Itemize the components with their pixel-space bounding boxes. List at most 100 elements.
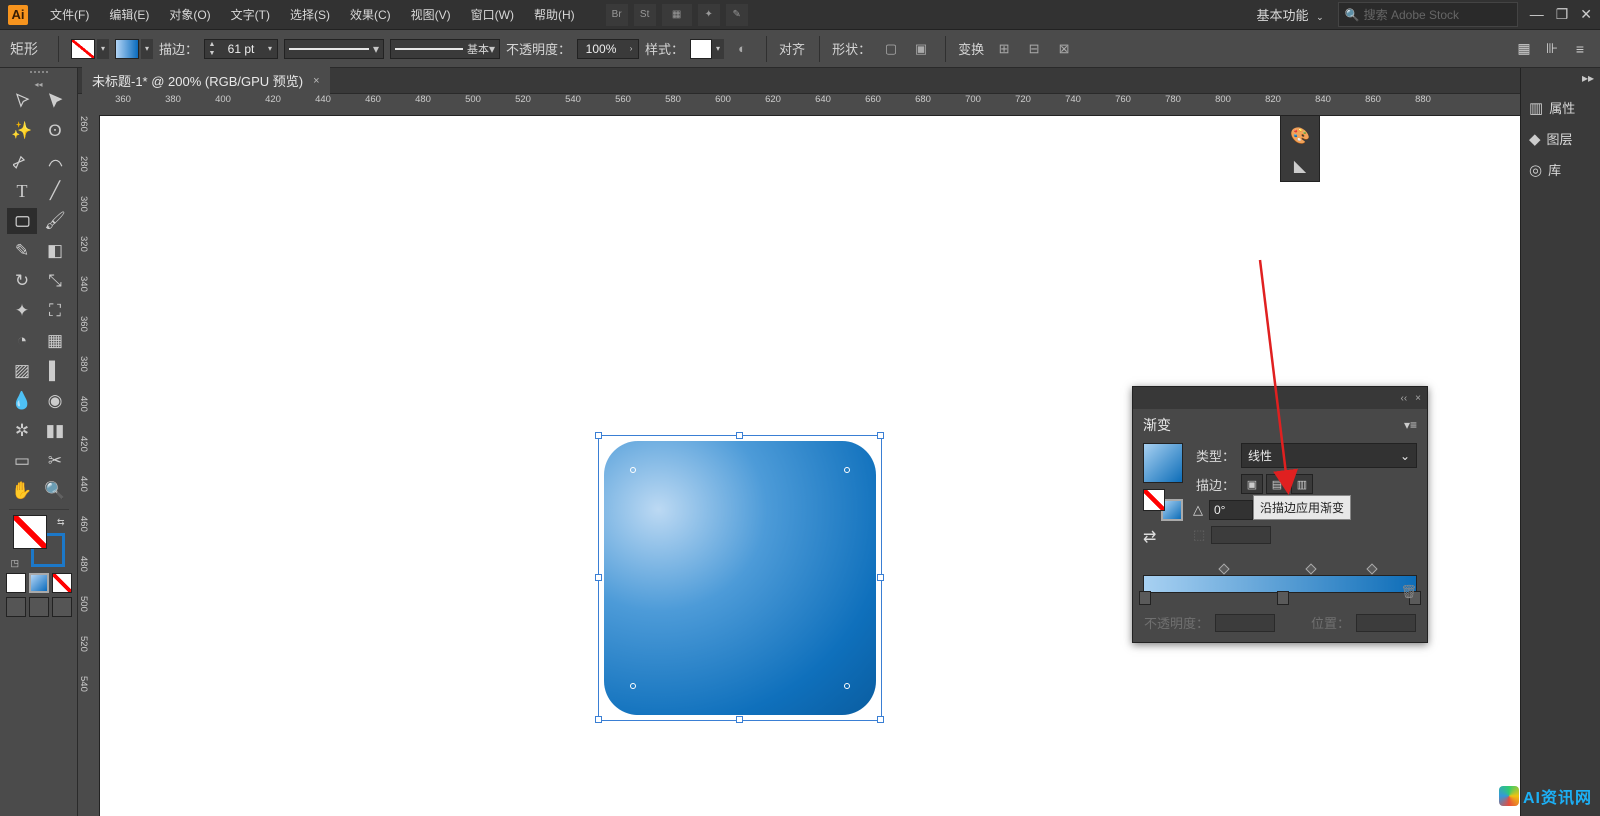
none-mode[interactable] — [52, 573, 72, 593]
gradient-fill-stroke-proxy[interactable] — [1143, 489, 1183, 521]
transform-label[interactable]: 变换 — [958, 39, 984, 58]
menu-object[interactable]: 对象(O) — [159, 2, 220, 27]
sel-handle[interactable] — [595, 716, 602, 723]
draw-behind[interactable] — [29, 597, 49, 617]
maximize-button[interactable]: ❐ — [1556, 6, 1569, 23]
document-tab[interactable]: 未标题-1* @ 200% (RGB/GPU 预览) × — [82, 67, 330, 94]
midpoint-diamond[interactable] — [1306, 563, 1317, 574]
fill-stroke-proxy[interactable]: ⇆ ◳ — [11, 515, 67, 569]
color-panel-icon[interactable]: 🎨 — [1281, 121, 1319, 151]
menu-type[interactable]: 文字(T) — [221, 2, 280, 27]
gradient-panel[interactable]: ‹‹ × 渐变▾≡ ⇄ 类型： 线性⌄ 描边： ▣ ▤ ▥ — [1132, 386, 1428, 643]
slice-tool[interactable]: ✂ — [40, 448, 70, 474]
swap-fill-stroke-icon[interactable]: ⇆ — [57, 517, 65, 528]
ruler-corner[interactable] — [78, 94, 100, 116]
scale-tool[interactable]: ⤡ — [40, 268, 70, 294]
reverse-gradient-icon[interactable]: ⇄ — [1143, 527, 1183, 547]
pen-tool[interactable] — [7, 148, 37, 174]
fill-proxy[interactable] — [13, 515, 47, 549]
close-tab-icon[interactable]: × — [313, 75, 319, 87]
transform-icon2[interactable]: ⊟ — [1022, 37, 1046, 61]
opacity-input[interactable]: › — [577, 39, 639, 59]
fill-proxy-small[interactable] — [1143, 489, 1165, 511]
sel-handle[interactable] — [595, 574, 602, 581]
edit-icon[interactable]: ⊪ — [1542, 39, 1562, 59]
graph-tool[interactable]: ▮▮ — [40, 418, 70, 444]
align-label[interactable]: 对齐 — [779, 39, 805, 58]
menu-select[interactable]: 选择(S) — [280, 2, 340, 27]
layers-panel-tab[interactable]: ◆图层 — [1521, 123, 1600, 154]
stroke-grad-across[interactable]: ▥ — [1291, 474, 1313, 494]
paintbrush-tool[interactable]: 🖌 — [40, 208, 70, 234]
close-icon[interactable]: × — [1415, 393, 1421, 404]
sel-handle[interactable] — [595, 432, 602, 439]
workspace-switcher[interactable]: 基本功能 ⌄ — [1251, 3, 1330, 26]
midpoint-diamond[interactable] — [1218, 563, 1229, 574]
midpoint-diamond[interactable] — [1366, 563, 1377, 574]
stroke-weight-input[interactable]: ▲▼ ▾ — [204, 39, 278, 59]
toolbox-collapse[interactable]: ◂◂ — [0, 80, 77, 86]
type-tool[interactable]: T — [7, 178, 37, 204]
panel-header[interactable]: ‹‹ × — [1133, 387, 1427, 409]
hand-tool[interactable]: ✋ — [7, 478, 37, 504]
default-fs-icon[interactable]: ◳ — [11, 558, 20, 569]
shape-builder-tool[interactable]: ◔ — [7, 328, 37, 354]
gradient-tool[interactable]: ▌ — [40, 358, 70, 384]
stroke-weight-value[interactable] — [219, 42, 263, 56]
collapse-icon[interactable]: ‹‹ — [1284, 116, 1290, 121]
sel-handle[interactable] — [736, 716, 743, 723]
stroke-swatch[interactable]: ▾ — [115, 39, 153, 59]
sel-handle[interactable] — [877, 432, 884, 439]
menu-window[interactable]: 窗口(W) — [461, 2, 524, 27]
ruler-horizontal[interactable]: 3603804004204404604805005205405605806006… — [78, 94, 1520, 116]
panel-menu-icon[interactable]: ▾≡ — [1404, 418, 1417, 432]
shape-prop-icon2[interactable]: ▣ — [909, 37, 933, 61]
eyedropper-tool[interactable]: 💧 — [7, 388, 37, 414]
shaper-tool[interactable]: ✎ — [7, 238, 37, 264]
stroke-grad-along[interactable]: ▤ — [1266, 474, 1288, 494]
mesh-tool[interactable]: ▨ — [7, 358, 37, 384]
close-button[interactable]: ✕ — [1580, 6, 1592, 23]
dock-collapse-bar[interactable]: ▸▸ — [1521, 68, 1600, 92]
stroke-profile-select[interactable]: ▾ — [284, 39, 384, 59]
eraser-tool[interactable]: ◧ — [40, 238, 70, 264]
bridge-icon[interactable]: Br — [606, 4, 628, 26]
symbol-sprayer-tool[interactable]: ✲ — [7, 418, 37, 444]
perspective-tool[interactable]: ▦ — [40, 328, 70, 354]
toolbox-grip[interactable] — [19, 71, 59, 79]
selection-tool[interactable] — [7, 88, 37, 114]
gradient-stop[interactable] — [1139, 591, 1151, 605]
width-tool[interactable]: ✦ — [7, 298, 37, 324]
artboard-tool[interactable]: ▭ — [7, 448, 37, 474]
menu-help[interactable]: 帮助(H) — [524, 2, 585, 27]
free-transform-tool[interactable]: ⛶ — [40, 298, 70, 324]
arrange-docs-icon[interactable]: ▦ — [662, 4, 692, 26]
brush-icon[interactable]: ✎ — [726, 4, 748, 26]
rotate-tool[interactable]: ↻ — [7, 268, 37, 294]
sel-handle[interactable] — [877, 716, 884, 723]
fill-swatch[interactable]: ▾ — [71, 39, 109, 59]
gradient-mode[interactable] — [29, 573, 49, 593]
gradient-stop[interactable] — [1277, 591, 1289, 605]
search-input[interactable]: 🔍 搜索 Adobe Stock — [1338, 2, 1518, 27]
floating-panel[interactable]: ‹‹× 🎨 ◣ — [1280, 116, 1320, 182]
sel-handle[interactable] — [736, 432, 743, 439]
menu-file[interactable]: 文件(F) — [40, 2, 99, 27]
brush-definition-select[interactable]: 基本▾ — [390, 39, 500, 59]
close-icon[interactable]: × — [1311, 116, 1316, 121]
gradient-preview-swatch[interactable] — [1143, 443, 1183, 483]
line-tool[interactable]: ╱ — [40, 178, 70, 204]
lasso-tool[interactable]: ʘ — [40, 118, 70, 144]
color-mode[interactable] — [6, 573, 26, 593]
draw-normal[interactable] — [6, 597, 26, 617]
gradient-angle-input[interactable] — [1209, 500, 1253, 520]
collapse-icon[interactable]: ‹‹ — [1400, 393, 1407, 404]
shape-prop-icon[interactable]: ▢ — [879, 37, 903, 61]
direct-selection-tool[interactable] — [40, 88, 70, 114]
prefs-icon[interactable]: ≡ — [1570, 39, 1590, 59]
opacity-value[interactable] — [578, 42, 624, 56]
stroke-grad-within[interactable]: ▣ — [1241, 474, 1263, 494]
magic-wand-tool[interactable]: ✨ — [7, 118, 37, 144]
gpu-icon[interactable]: ✦ — [698, 4, 720, 26]
curvature-tool[interactable] — [40, 148, 70, 174]
